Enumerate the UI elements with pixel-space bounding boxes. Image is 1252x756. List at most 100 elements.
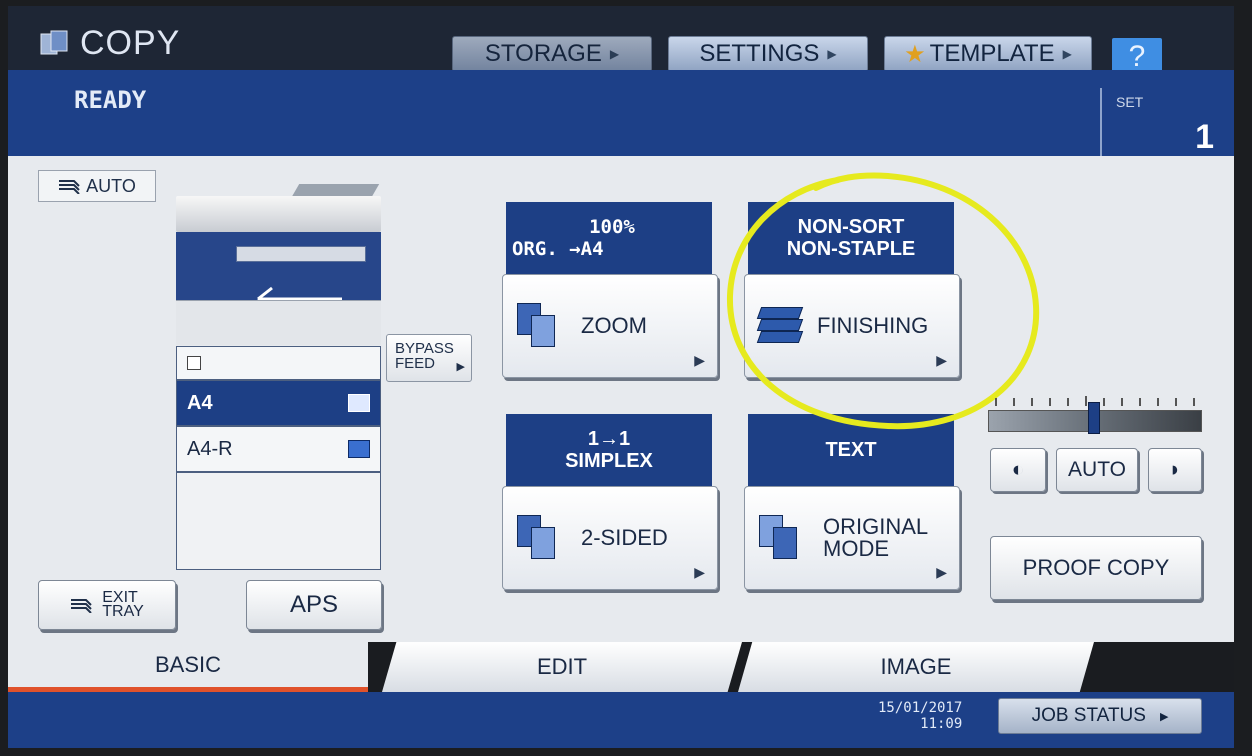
paper-tray-a4r[interactable]: A4-R (176, 426, 381, 472)
bypass-feed-button[interactable]: BYPASS FEED ▶ (386, 334, 472, 382)
aps-button[interactable]: APS (246, 580, 382, 630)
paper-tray-icon (348, 394, 370, 412)
density-lighter-button[interactable]: ◐ (990, 448, 1046, 492)
zoom-label: ZOOM (581, 313, 647, 338)
bypass-line1: BYPASS (395, 340, 454, 357)
proof-copy-button[interactable]: PROOF COPY (990, 536, 1202, 600)
paper-stack-icon (59, 180, 80, 194)
zoom-icon (517, 303, 557, 349)
template-button[interactable]: ★ TEMPLATE ▶ (884, 36, 1092, 72)
finishing-sort: NON-SORT (797, 216, 905, 238)
paper-tray-a4[interactable]: A4 (176, 380, 381, 426)
app-title-text: COPY (80, 24, 181, 62)
settings-button[interactable]: SETTINGS ▶ (668, 36, 868, 72)
finishing-stack-icon (756, 303, 805, 349)
status-bar: READY SET 1 (8, 70, 1234, 164)
density-scale[interactable] (988, 396, 1202, 436)
finishing-button[interactable]: FINISHING ▶ (744, 274, 960, 378)
chevron-right-icon: ▶ (936, 564, 947, 580)
mode-tabs: BASIC EDIT IMAGE (8, 642, 1234, 692)
paper-tray-label: A4-R (187, 437, 233, 460)
machine-status: READY (74, 86, 147, 114)
current-date: 15/01/2017 (878, 700, 963, 716)
chevron-right-icon: ▶ (936, 352, 947, 368)
chevron-right-icon: ▶ (694, 564, 705, 580)
basic-panel: AUTO A4 A4-R BYPASS FEED ▶ 100% ORG. →A4… (8, 156, 1234, 642)
chevron-right-icon: ▶ (609, 47, 620, 61)
two-sided-label: 2-SIDED (581, 525, 668, 550)
copier-control-panel (236, 246, 366, 262)
auto-paper-label: AUTO (86, 175, 136, 196)
duplex-type: SIMPLEX (565, 450, 653, 472)
checkbox-icon (187, 356, 201, 370)
copier-output-area (176, 300, 381, 345)
zoom-ratio: 100% (589, 216, 635, 238)
finishing-staple: NON-STAPLE (786, 238, 916, 260)
copier-touch-screen: COPY STORAGE ▶ SETTINGS ▶ ★ TEMPLATE ▶ ? REA… (8, 6, 1234, 748)
proof-copy-label: PROOF COPY (1022, 555, 1170, 580)
density-auto-button[interactable]: AUTO (1056, 448, 1138, 492)
template-button-label: TEMPLATE (929, 40, 1055, 67)
copier-top (176, 196, 381, 232)
zoom-status: 100% ORG. →A4 (506, 202, 712, 274)
paper-tray-bypass[interactable] (176, 346, 381, 380)
chevron-right-icon: ▶ (1062, 47, 1072, 61)
copier-diagram: A4 A4-R (176, 184, 381, 570)
set-value: 1 (1195, 118, 1214, 156)
original-mode-value: TEXT (825, 439, 877, 461)
settings-button-label: SETTINGS (699, 40, 820, 67)
paper-tray-empty (176, 472, 381, 570)
auto-paper-badge[interactable]: AUTO (38, 170, 156, 202)
chevron-right-icon: ▶ (827, 47, 837, 61)
chevron-right-icon: ▶ (694, 352, 705, 368)
storage-button[interactable]: STORAGE ▶ (452, 36, 652, 72)
tab-basic[interactable]: BASIC (8, 642, 368, 692)
original-mode-button[interactable]: ORIGINAL MODE ▶ (744, 486, 960, 590)
density-slider-knob[interactable] (1088, 402, 1100, 434)
density-auto-label: AUTO (1068, 458, 1126, 481)
finishing-label: FINISHING (817, 313, 929, 338)
tab-image-label: IMAGE (880, 654, 952, 679)
aps-label: APS (289, 591, 339, 618)
original-mode-label: ORIGINAL MODE (823, 516, 928, 560)
duplex-mode: 1→1 (587, 428, 631, 450)
storage-button-label: STORAGE (484, 40, 602, 67)
finishing-status: NON-SORT NON-STAPLE (748, 202, 954, 274)
date-time: 15/01/2017 11:09 (878, 700, 962, 732)
tab-image[interactable]: IMAGE (738, 642, 1094, 692)
job-status-label: JOB STATUS (1031, 705, 1146, 726)
tab-edit[interactable]: EDIT (382, 642, 742, 692)
copy-set-count: SET 1 (1100, 88, 1232, 164)
star-icon: ★ (904, 40, 926, 68)
zoom-button[interactable]: ZOOM ▶ (502, 274, 718, 378)
exit-tray-icon (71, 599, 92, 613)
current-time: 11:09 (920, 716, 963, 732)
paper-tray-label: A4 (187, 391, 213, 414)
original-mode-status: TEXT (748, 414, 954, 486)
duplex-status: 1→1 SIMPLEX (506, 414, 712, 486)
footer-bar: 15/01/2017 11:09 JOB STATUS ▶ (8, 692, 1234, 748)
paper-tray-list: A4 A4-R (176, 346, 381, 570)
two-sided-button[interactable]: 2-SIDED ▶ (502, 486, 718, 590)
original-mode-line1: ORIGINAL (823, 514, 929, 539)
density-darker-button[interactable]: ◗ (1148, 448, 1202, 492)
app-title: COPY (40, 24, 180, 63)
original-mode-line2: MODE (823, 536, 889, 561)
copy-mode-icon (40, 30, 68, 55)
zoom-size: ORG. →A4 (512, 238, 604, 260)
duplex-icon (517, 515, 557, 561)
original-mode-icon (759, 515, 799, 561)
tab-basic-label: BASIC (154, 651, 222, 677)
chevron-right-icon: ▶ (1159, 710, 1169, 723)
exit-tray-line2: TRAY (102, 603, 144, 620)
exit-tray-button[interactable]: EXIT TRAY (38, 580, 176, 630)
exit-tray-label: EXIT TRAY (102, 590, 144, 620)
tab-edit-label: EDIT (536, 654, 588, 679)
density-lighter-icon: ◐ (1011, 458, 1025, 481)
help-label: ? (1128, 40, 1146, 73)
job-status-button[interactable]: JOB STATUS ▶ (998, 698, 1202, 734)
chevron-right-icon: ▶ (456, 361, 465, 373)
density-darker-icon: ◗ (1168, 458, 1182, 481)
top-bar: COPY STORAGE ▶ SETTINGS ▶ ★ TEMPLATE ▶ ? (8, 6, 1234, 76)
set-label: SET (1116, 94, 1144, 110)
